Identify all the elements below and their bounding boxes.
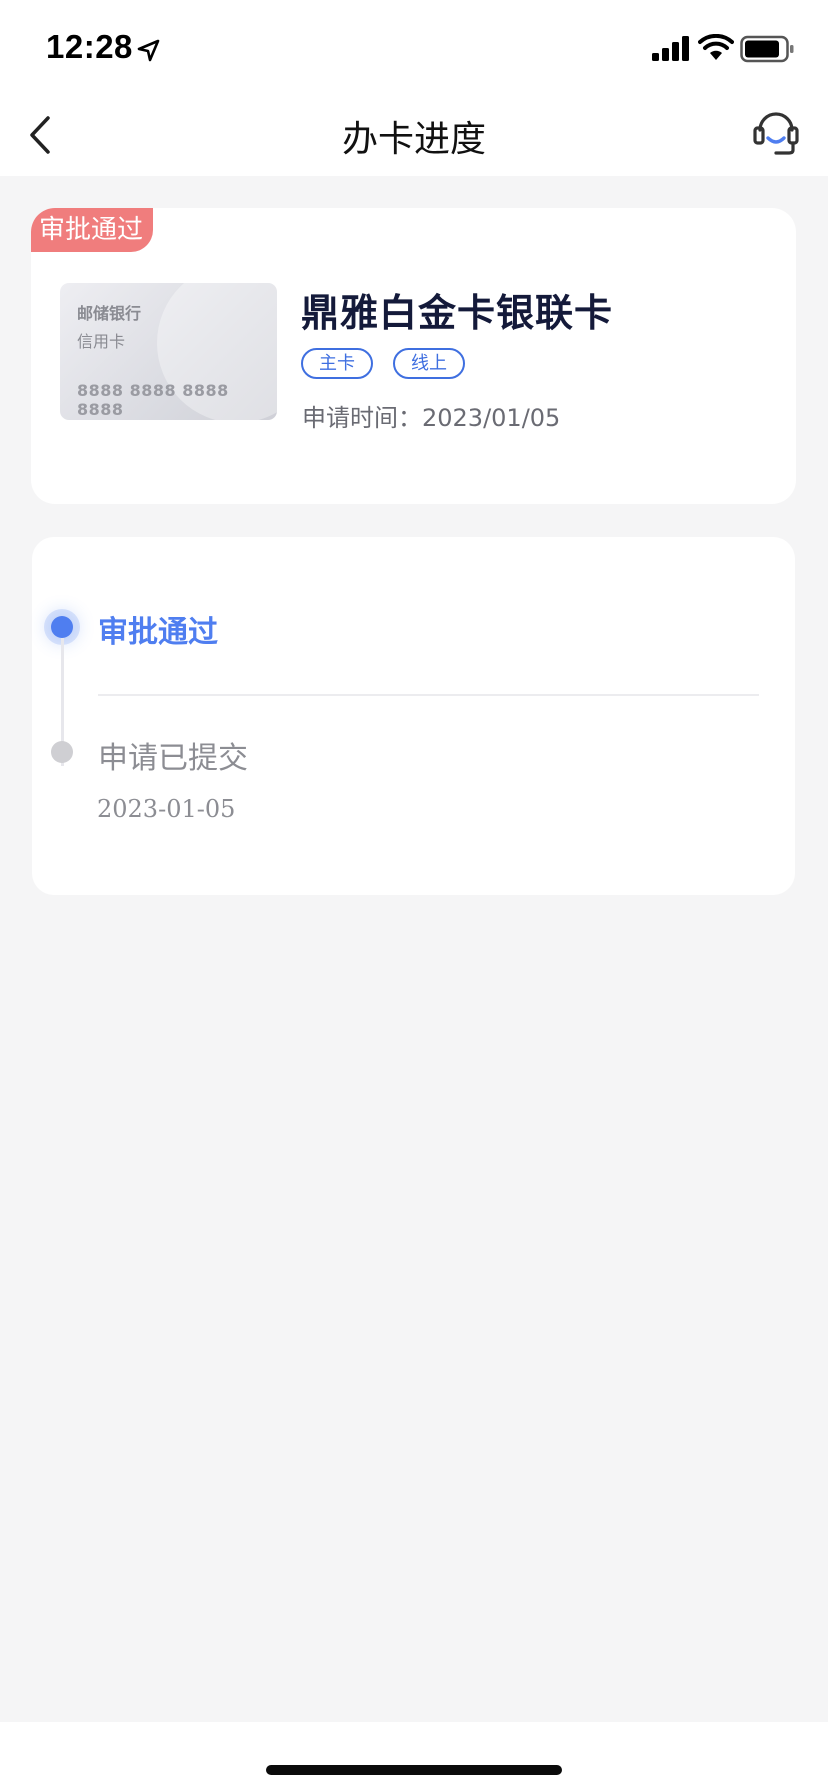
card-number: 8888 8888 8888 8888 [77, 381, 229, 419]
customer-service-headset-icon[interactable] [752, 108, 800, 158]
home-indicator-area [0, 1722, 828, 1792]
navigation-bar: 办卡进度 [0, 98, 828, 176]
progress-timeline-panel: 审批通过 申请已提交 2023-01-05 [32, 537, 795, 895]
tag-online: 线上 [393, 348, 465, 379]
page-title: 办卡进度 [341, 119, 486, 160]
application-time: 申请时间：2023/01/05 [302, 404, 561, 432]
location-arrow-icon [137, 39, 160, 62]
timeline-dot-done [51, 741, 73, 763]
battery-icon [740, 35, 794, 63]
wifi-icon [698, 34, 734, 60]
top-bar: 12:28 办卡进度 [0, 0, 828, 176]
signal-icon [652, 36, 689, 61]
step-submitted-date: 2023-01-05 [97, 795, 236, 823]
status-bar: 12:28 [0, 0, 828, 98]
home-indicator[interactable] [266, 1765, 562, 1775]
approval-status-badge: 审批通过 [31, 208, 154, 252]
credit-card-image: 邮储银行 信用卡 8888 8888 8888 8888 [60, 283, 277, 420]
tag-primary-card: 主卡 [301, 348, 373, 379]
card-info-panel: 审批通过 邮储银行 信用卡 8888 8888 8888 8888 鼎雅白金卡银… [31, 208, 796, 504]
step-divider [98, 694, 759, 696]
timeline-dot-current [51, 616, 73, 638]
card-product-name: 鼎雅白金卡银联卡 [301, 291, 614, 335]
status-time: 12:28 [46, 28, 133, 65]
card-bank-name: 邮储银行 [77, 304, 142, 323]
card-type-label: 信用卡 [77, 332, 126, 351]
step-approved-label: 审批通过 [98, 615, 218, 650]
step-submitted-label: 申请已提交 [98, 741, 248, 776]
